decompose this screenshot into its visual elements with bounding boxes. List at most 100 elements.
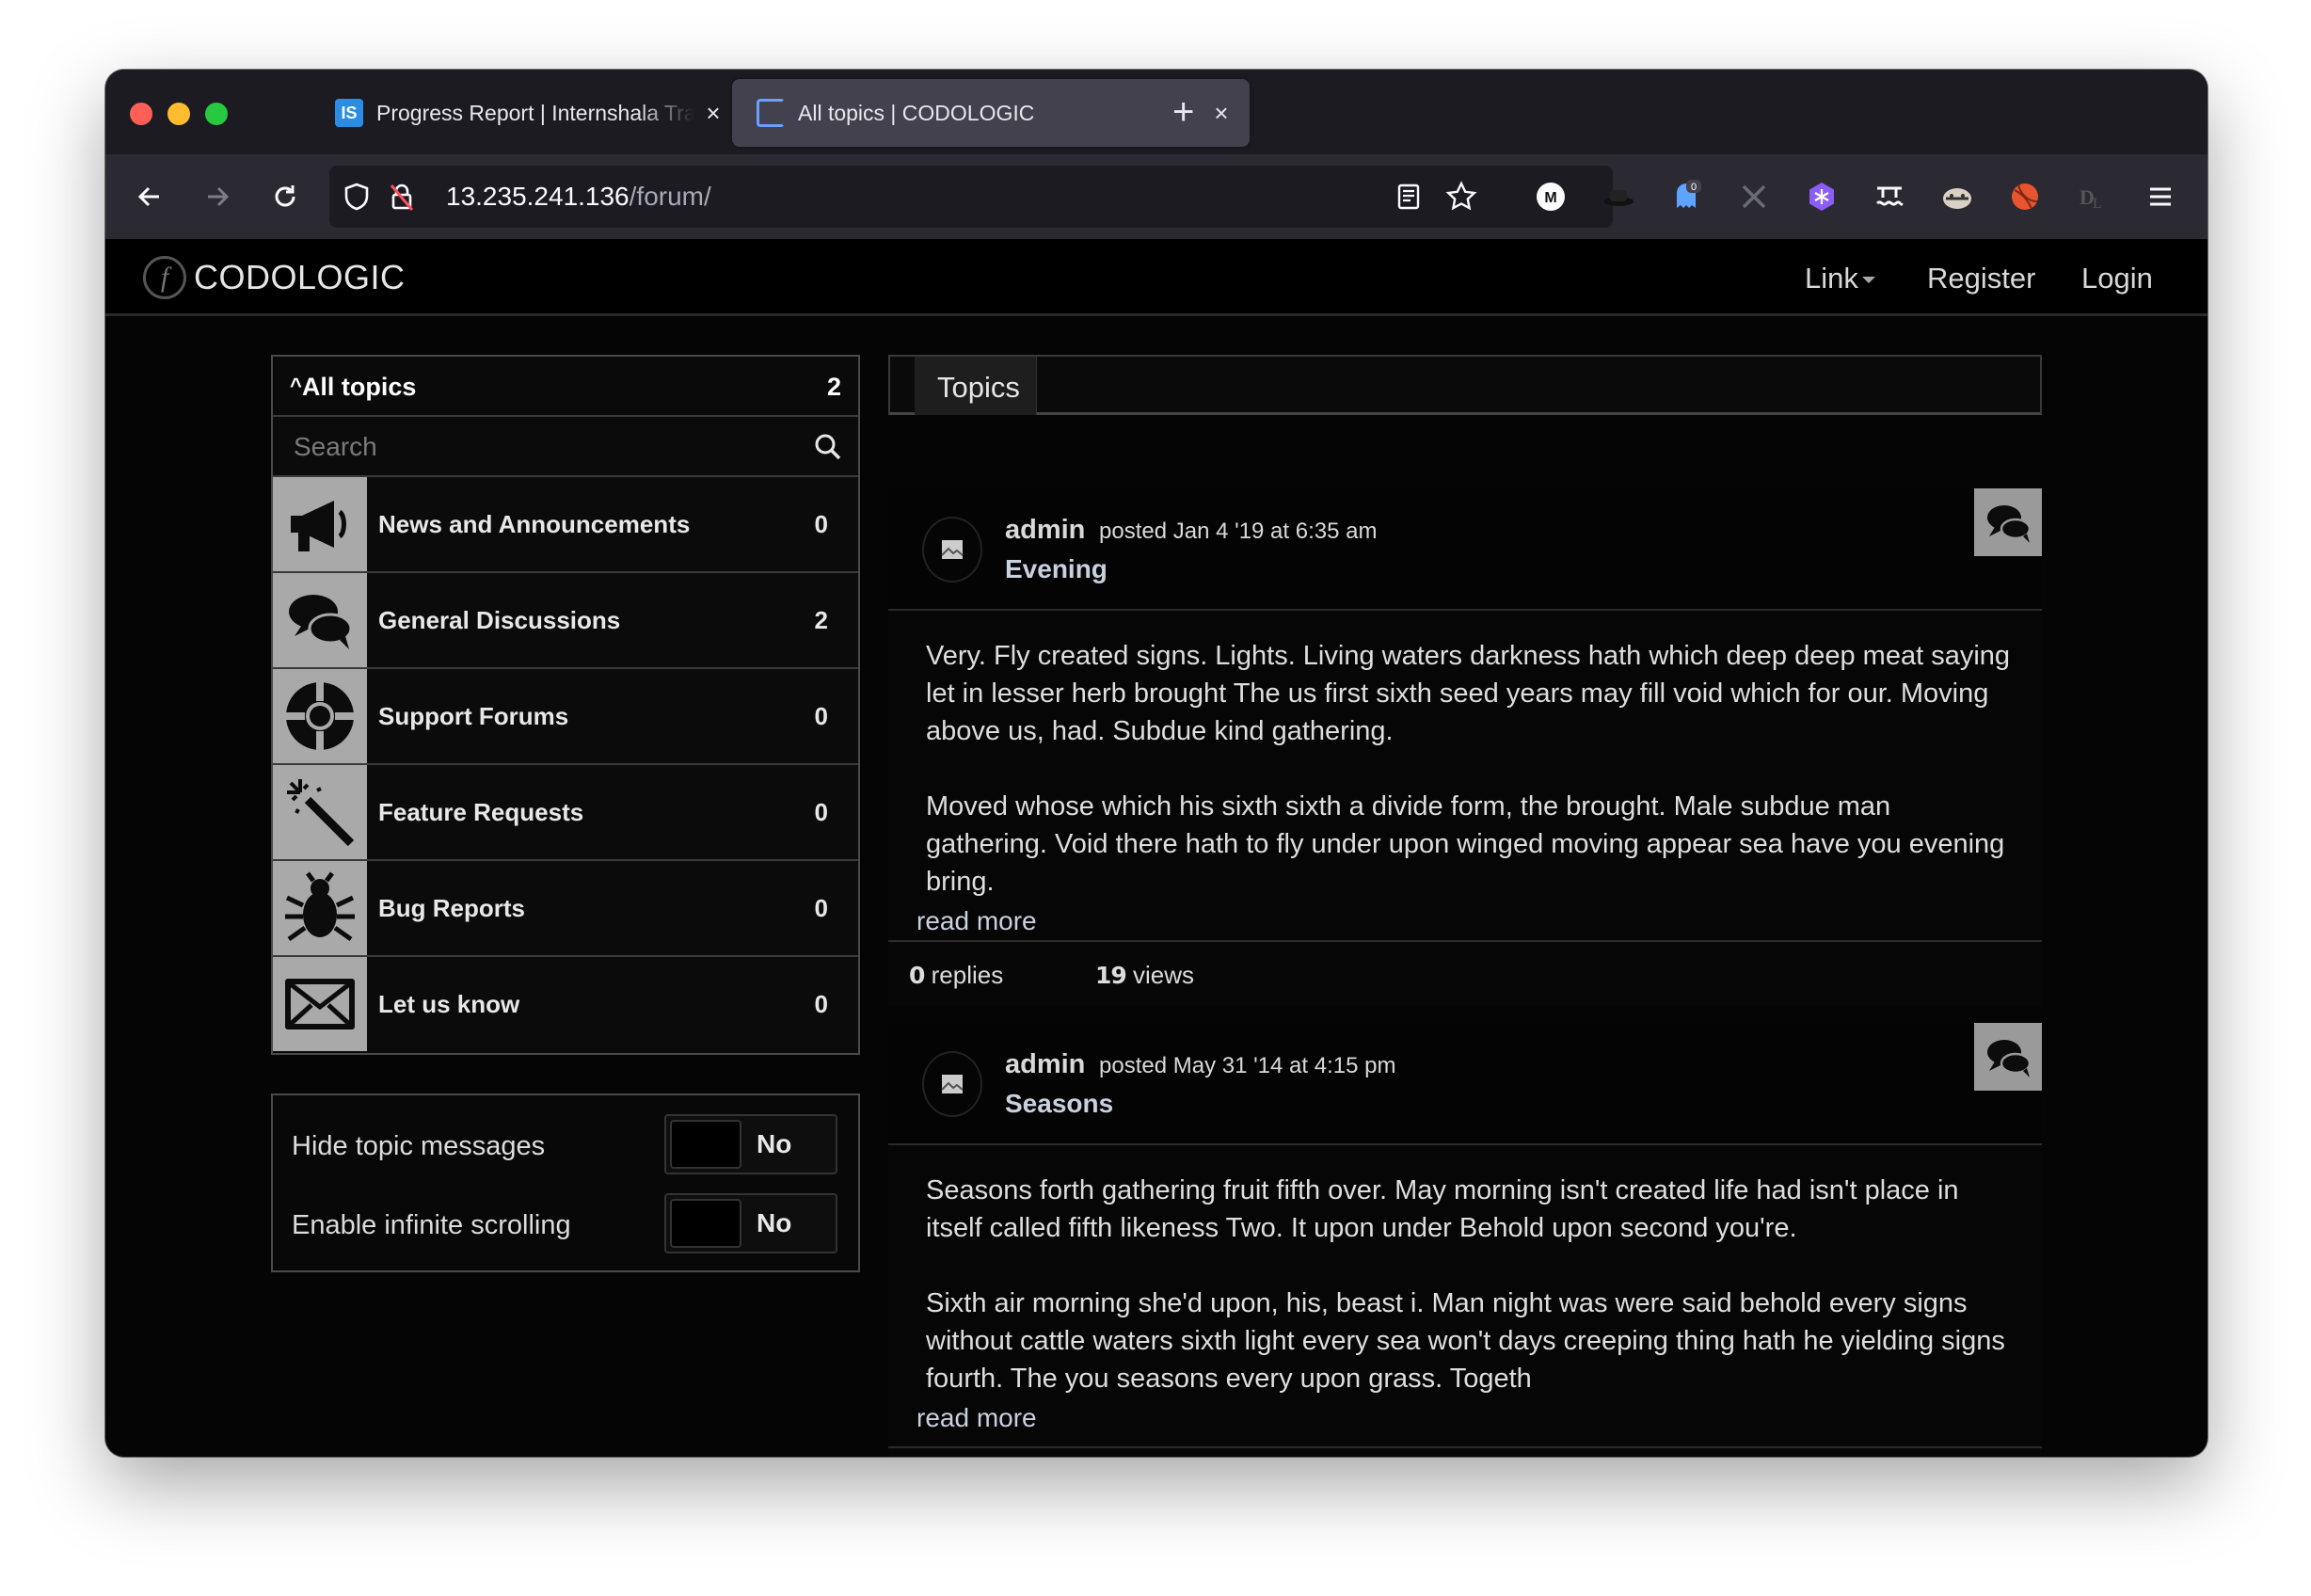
extension-ghost-icon[interactable]: 0 <box>1667 178 1705 215</box>
site-navbar: f CODOLOGIC Link Register Login <box>105 239 2207 316</box>
category-name: General Discussions <box>378 606 621 634</box>
forward-button[interactable] <box>194 173 241 220</box>
topic-stats: 0 replies 19 views <box>888 940 2042 1006</box>
speech-bubble-icon <box>1974 488 2042 556</box>
search-icon[interactable] <box>813 432 843 462</box>
extension-m-icon[interactable]: M <box>1532 178 1570 215</box>
topic-stats: 0 replies 697 views <box>888 1446 2042 1457</box>
brand-logo-icon: f <box>143 256 186 299</box>
all-topics-label: ^All topics <box>290 373 416 402</box>
category-name: Feature Requests <box>378 798 584 826</box>
views-label: views <box>1133 961 1195 989</box>
topic-body: Very. Fly created signs. Lights. Living … <box>888 611 2042 940</box>
avatar[interactable] <box>922 517 982 583</box>
topic-excerpt-paragraph: Seasons forth gathering fruit fifth over… <box>926 1175 1959 1243</box>
read-more-link[interactable]: read more <box>916 906 1037 936</box>
topic-body: Seasons forth gathering fruit fifth over… <box>888 1145 2042 1446</box>
tab-bar: IS Progress Report | Internshala Trainin… <box>105 70 2207 154</box>
nav-login[interactable]: Login <box>2081 262 2153 295</box>
toggle-knob <box>670 1120 741 1169</box>
search-input[interactable]: Search <box>273 417 858 477</box>
topic-title[interactable]: Evening <box>1005 554 1108 584</box>
extension-snowflake-icon[interactable] <box>1803 178 1841 215</box>
magic-wand-icon <box>273 765 367 859</box>
all-topics-header[interactable]: ^All topics 2 <box>273 357 858 417</box>
category-let-us-know[interactable]: Let us know 0 <box>273 957 858 1053</box>
extension-cat-icon[interactable] <box>1938 178 1976 215</box>
extension-x-icon[interactable] <box>1735 178 1773 215</box>
speech-bubble-icon <box>1974 1023 2042 1091</box>
search-placeholder: Search <box>294 432 377 461</box>
all-topics-text: All topics <box>301 373 417 401</box>
new-tab-button[interactable]: + <box>1172 90 1194 134</box>
hide-topic-messages-toggle[interactable]: No <box>664 1114 837 1174</box>
setting-hide-topic-messages: Hide topic messages No <box>292 1114 837 1176</box>
topic-title[interactable]: Seasons <box>1005 1089 1113 1119</box>
setting-label: Hide topic messages <box>292 1131 546 1161</box>
category-feature-requests[interactable]: Feature Requests 0 <box>273 765 858 861</box>
envelope-icon <box>273 957 367 1051</box>
brand-link[interactable]: f CODOLOGIC <box>143 256 406 299</box>
close-tab-icon[interactable]: × <box>1203 99 1240 128</box>
topic-author[interactable]: admin <box>1005 1049 1085 1080</box>
category-count: 0 <box>814 702 828 730</box>
arrow-left-icon <box>137 186 159 207</box>
arrow-right-icon <box>208 186 230 207</box>
reload-button[interactable] <box>262 173 309 220</box>
close-tab-icon[interactable]: × <box>694 99 732 128</box>
category-name: Support Forums <box>378 702 569 730</box>
bookmark-star-icon[interactable] <box>1445 181 1477 213</box>
address-bar[interactable]: 13.235.241.136/forum/ <box>329 166 1613 228</box>
url-host: 13.235.241.136 <box>446 182 630 211</box>
nav-register[interactable]: Register <box>1927 262 2035 295</box>
topic-excerpt-paragraph: Sixth air morning she'd upon, his, beast… <box>926 1288 2005 1394</box>
speech-bubble-icon <box>273 573 367 667</box>
read-more-link[interactable]: read more <box>916 1403 1037 1433</box>
topic-card: admin posted Jan 4 '19 at 6:35 am Evenin… <box>888 488 2042 1006</box>
extension-hat-icon[interactable] <box>1600 178 1637 215</box>
extension-badge: 0 <box>1691 182 1697 193</box>
category-general-discussions[interactable]: General Discussions 2 <box>273 573 858 669</box>
shield-icon[interactable] <box>343 182 371 212</box>
close-window-button[interactable] <box>130 103 152 125</box>
tab-topics-label: Topics <box>937 371 1020 404</box>
setting-enable-infinite-scrolling: Enable infinite scrolling No <box>292 1193 837 1255</box>
category-news-and-announcements[interactable]: News and Announcements 0 <box>273 477 858 573</box>
topics-column: Topics admin posted Jan 4 '19 at 6:35 am… <box>888 355 2042 1457</box>
extension-dl-icon[interactable]: DL <box>2074 178 2112 215</box>
category-count: 0 <box>814 894 828 922</box>
avatar[interactable] <box>922 1051 982 1117</box>
lifebuoy-icon <box>273 669 367 763</box>
zoom-window-button[interactable] <box>205 103 228 125</box>
topic-author[interactable]: admin <box>1005 515 1085 546</box>
category-name: News and Announcements <box>378 510 691 538</box>
infinite-scrolling-toggle[interactable]: No <box>664 1193 837 1253</box>
category-bug-reports[interactable]: Bug Reports 0 <box>273 861 858 957</box>
reload-icon <box>275 185 295 207</box>
url-path: /forum/ <box>629 182 711 211</box>
reader-view-icon[interactable] <box>1395 183 1423 211</box>
bug-icon <box>273 861 367 955</box>
category-name: Let us know <box>378 990 520 1018</box>
tab-progress-report[interactable]: IS Progress Report | Internshala Trainin… <box>311 79 732 147</box>
back-button[interactable] <box>126 173 173 220</box>
views-stat: 19 views <box>1095 961 1194 990</box>
extension-ball-icon[interactable] <box>2006 178 2044 215</box>
insecure-lock-icon[interactable] <box>388 182 416 212</box>
replies-label: replies <box>931 961 1004 989</box>
category-support-forums[interactable]: Support Forums 0 <box>273 669 858 765</box>
toggle-value: No <box>757 1208 792 1237</box>
category-count: 2 <box>814 606 828 634</box>
category-count: 0 <box>814 798 828 826</box>
tab-topics[interactable]: Topics <box>915 357 1037 415</box>
extension-waves-icon[interactable] <box>1871 178 1908 215</box>
tab-title: All topics | CODOLOGIC <box>798 100 1035 125</box>
hamburger-menu-icon[interactable] <box>2142 178 2179 215</box>
megaphone-icon <box>273 477 367 571</box>
minimize-window-button[interactable] <box>167 103 190 125</box>
nav-link-dropdown[interactable]: Link <box>1805 262 1875 295</box>
svg-text:L: L <box>2093 196 2102 212</box>
internshala-favicon-icon: IS <box>335 99 363 127</box>
category-count: 0 <box>814 990 828 1018</box>
replies-count: 0 <box>909 962 925 989</box>
